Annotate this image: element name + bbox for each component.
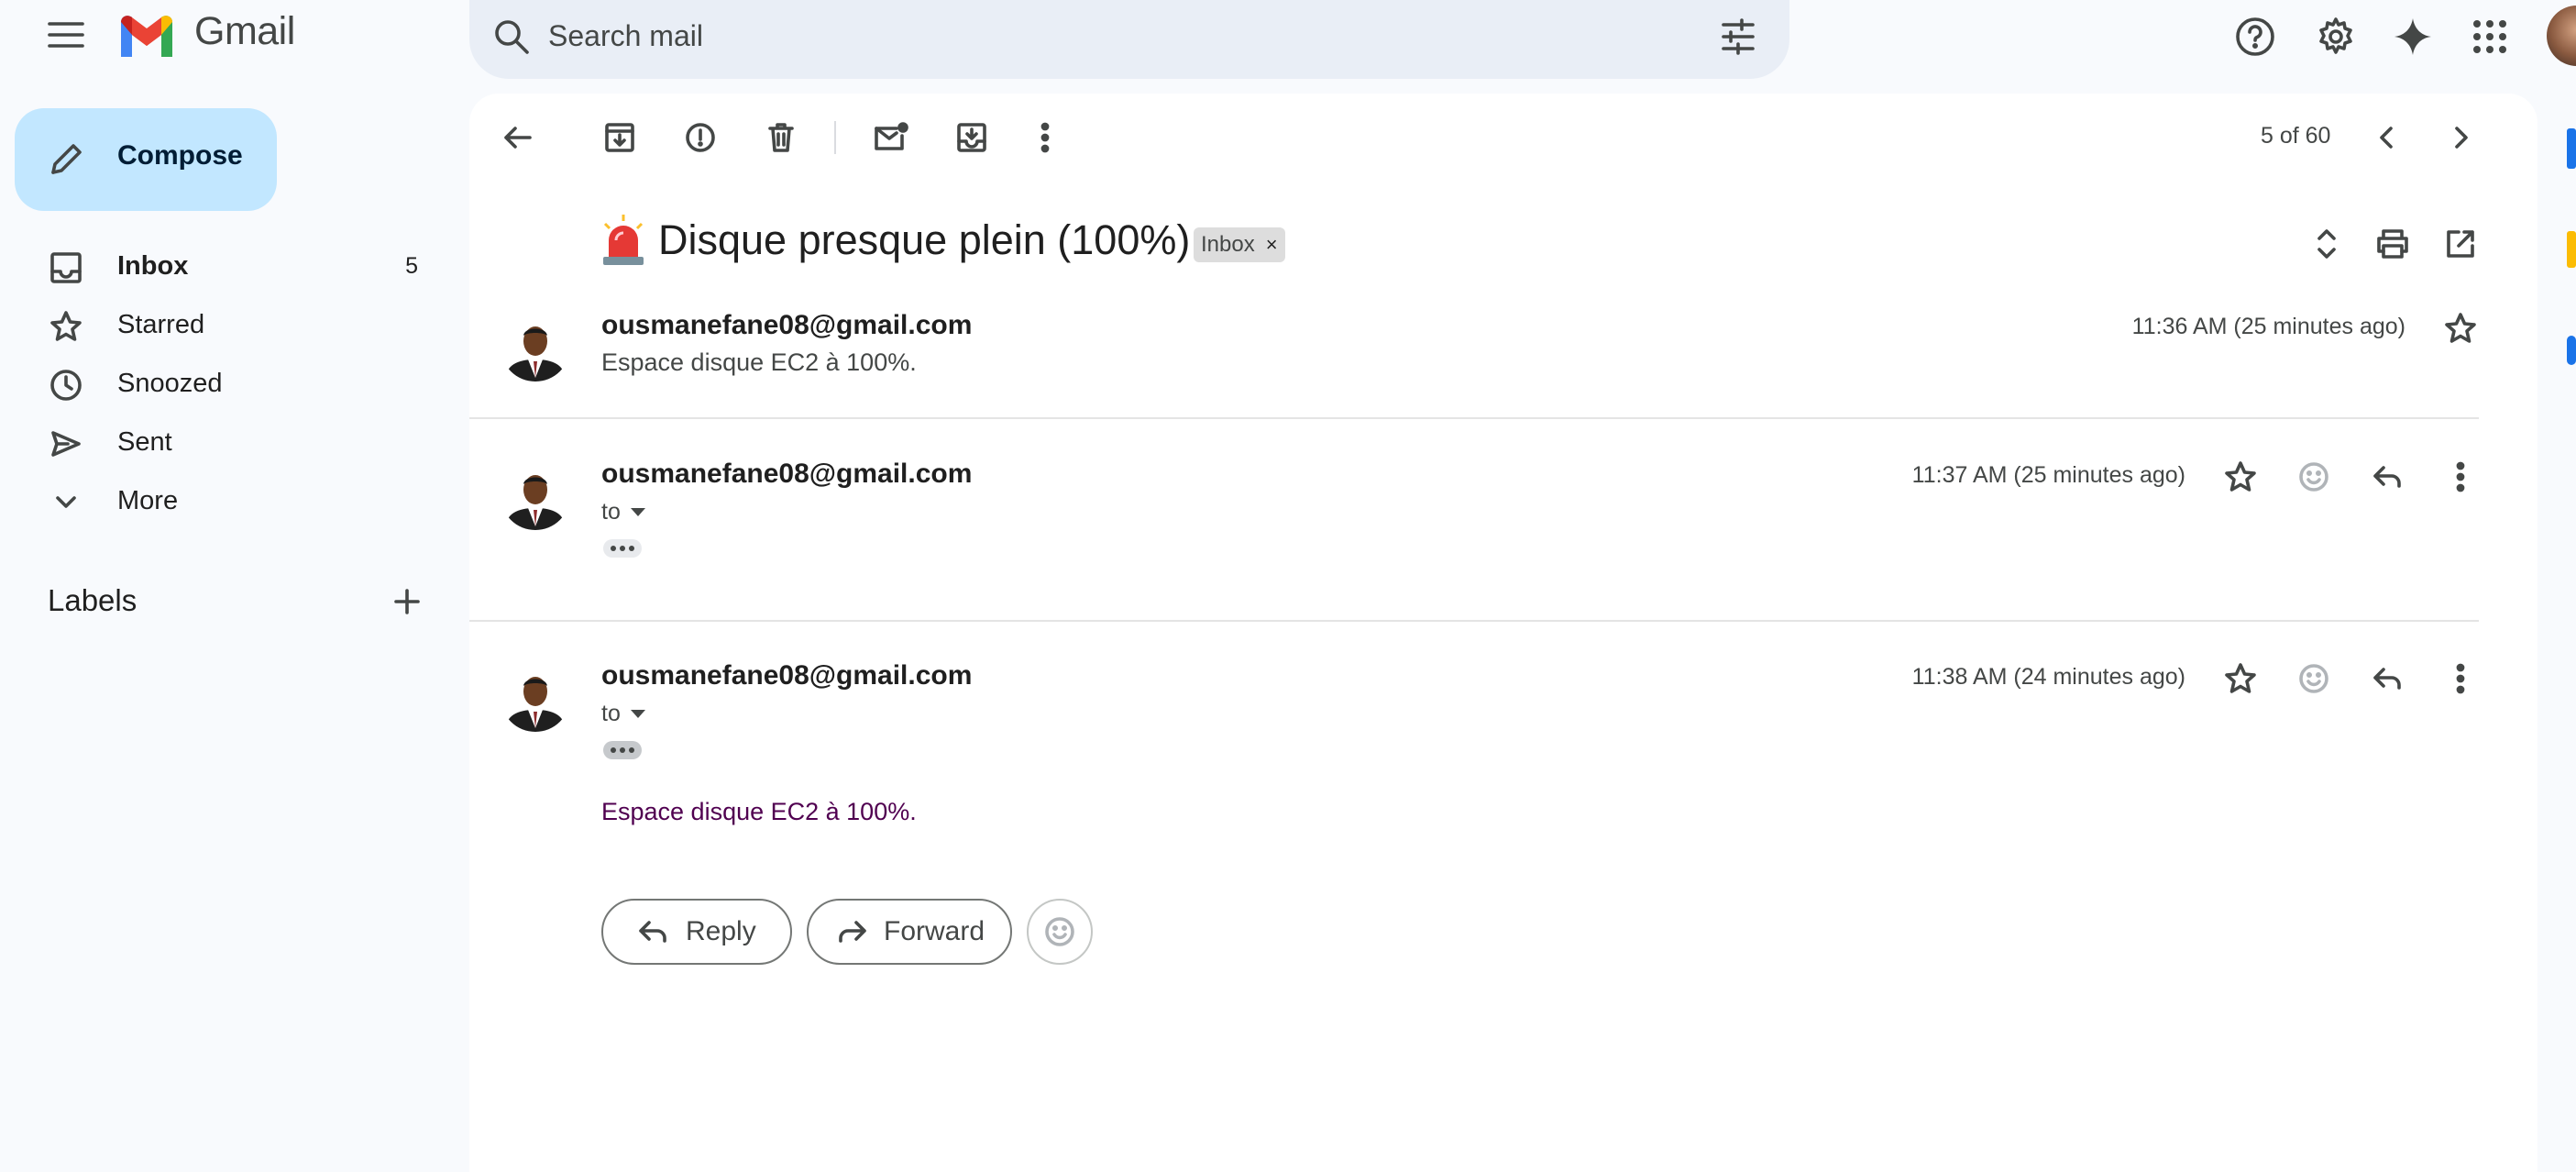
- reply-label: Reply: [686, 916, 756, 946]
- toolbar-divider: [834, 121, 836, 154]
- sender-avatar[interactable]: [501, 312, 570, 381]
- message-time: 11:36 AM (25 minutes ago): [2131, 314, 2405, 339]
- reply-button[interactable]: Reply: [601, 899, 792, 965]
- gemini-icon[interactable]: [2389, 13, 2437, 61]
- search-icon[interactable]: [490, 15, 534, 59]
- open-new-window-icon[interactable]: [2438, 222, 2482, 266]
- move-to-icon[interactable]: [950, 116, 994, 160]
- star-icon[interactable]: [2218, 455, 2262, 499]
- unread-count: 5: [405, 253, 418, 279]
- message-time: 11:38 AM (24 minutes ago): [1911, 664, 2185, 690]
- delete-icon[interactable]: [759, 116, 803, 160]
- sidebar-item-starred[interactable]: Starred: [0, 297, 449, 356]
- sidebar-item-label: Sent: [117, 427, 172, 457]
- labels-heading: Labels: [48, 583, 138, 617]
- main-menu-icon[interactable]: [40, 15, 92, 55]
- report-spam-icon[interactable]: [678, 116, 722, 160]
- remove-label-icon[interactable]: ×: [1266, 233, 1278, 257]
- tasks-app-icon[interactable]: [2567, 336, 2576, 365]
- gmail-logo-icon[interactable]: [117, 13, 176, 59]
- newer-icon[interactable]: [2365, 116, 2409, 160]
- pagination-text: 5 of 60: [2261, 123, 2331, 149]
- archive-icon[interactable]: [598, 116, 642, 160]
- reply-icon[interactable]: [2365, 657, 2409, 701]
- add-label-icon[interactable]: [385, 580, 429, 624]
- sidebar-item-label: Starred: [117, 310, 205, 339]
- sidebar-item-label: More: [117, 486, 179, 515]
- sidebar-item-label: Inbox: [117, 251, 189, 281]
- message-time: 11:37 AM (25 minutes ago): [1911, 462, 2185, 488]
- label-chip-text: Inbox: [1201, 232, 1255, 257]
- search-input[interactable]: [548, 13, 1648, 59]
- sender-email[interactable]: ousmanefane08@gmail.com: [601, 459, 972, 490]
- sender-email[interactable]: ousmanefane08@gmail.com: [601, 310, 972, 341]
- back-icon[interactable]: [495, 116, 539, 160]
- print-icon[interactable]: [2371, 222, 2415, 266]
- more-options-icon[interactable]: [2438, 657, 2482, 701]
- search-options-icon[interactable]: [1714, 13, 1762, 61]
- help-icon[interactable]: [2231, 13, 2279, 61]
- sender-email[interactable]: ousmanefane08@gmail.com: [601, 660, 972, 691]
- star-icon[interactable]: [2218, 657, 2262, 701]
- older-icon[interactable]: [2438, 116, 2482, 160]
- show-trimmed-content-button[interactable]: [603, 539, 642, 558]
- emoji-reaction-icon[interactable]: [2292, 455, 2336, 499]
- clock-icon: [44, 363, 88, 407]
- emoji-reaction-icon[interactable]: [2292, 657, 2336, 701]
- smiley-icon: [1043, 915, 1076, 948]
- reply-icon: [634, 913, 671, 950]
- calendar-app-icon[interactable]: [2567, 128, 2576, 169]
- siren-emoji: [600, 213, 647, 268]
- more-options-icon[interactable]: [1023, 116, 1067, 160]
- message-snippet[interactable]: Espace disque EC2 à 100%.: [601, 348, 917, 377]
- inbox-icon: [44, 246, 88, 290]
- app-name[interactable]: Gmail: [194, 9, 295, 54]
- mark-unread-icon[interactable]: [869, 116, 913, 160]
- forward-icon: [834, 913, 871, 950]
- forward-button[interactable]: Forward: [807, 899, 1012, 965]
- send-icon: [44, 422, 88, 466]
- recipients-dropdown-icon[interactable]: [631, 508, 645, 516]
- sidebar-item-sent[interactable]: Sent: [0, 415, 449, 473]
- message-divider: [469, 620, 2479, 622]
- sidebar-item-inbox[interactable]: Inbox 5: [0, 238, 449, 297]
- sidebar-item-more[interactable]: More: [0, 473, 449, 532]
- forward-label: Forward: [884, 916, 985, 946]
- more-options-icon[interactable]: [2438, 455, 2482, 499]
- message-divider: [469, 417, 2479, 419]
- star-icon[interactable]: [2438, 306, 2482, 350]
- sender-avatar[interactable]: [501, 460, 570, 530]
- star-icon: [44, 304, 88, 348]
- apps-grid-icon[interactable]: [2466, 13, 2514, 61]
- sidebar-item-label: Snoozed: [117, 369, 223, 398]
- compose-label: Compose: [117, 140, 243, 171]
- show-trimmed-content-button[interactable]: [603, 741, 642, 759]
- recipients-label[interactable]: to: [601, 499, 621, 525]
- keep-app-icon[interactable]: [2567, 231, 2576, 268]
- pencil-icon: [44, 138, 88, 182]
- sidebar-item-snoozed[interactable]: Snoozed: [0, 356, 449, 415]
- reply-icon[interactable]: [2365, 455, 2409, 499]
- sender-avatar[interactable]: [501, 662, 570, 732]
- message-body: Espace disque EC2 à 100%.: [601, 798, 917, 825]
- emoji-react-button[interactable]: [1027, 899, 1093, 965]
- recipients-label[interactable]: to: [601, 701, 621, 727]
- recipients-dropdown-icon[interactable]: [631, 710, 645, 718]
- account-avatar[interactable]: [2547, 6, 2576, 66]
- inbox-label-chip[interactable]: Inbox ×: [1194, 227, 1285, 262]
- settings-gear-icon[interactable]: [2312, 13, 2360, 61]
- chevron-down-icon: [44, 481, 88, 525]
- expand-all-icon[interactable]: [2305, 222, 2349, 266]
- email-subject: Disque presque plein (100%): [658, 216, 1191, 263]
